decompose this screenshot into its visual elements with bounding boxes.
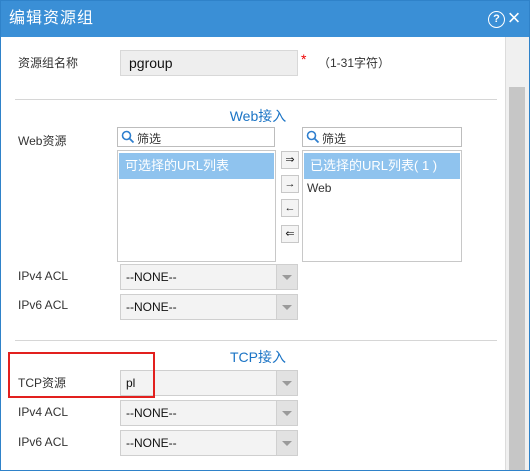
tcp-ipv6-acl-select[interactable]: --NONE--: [120, 430, 298, 456]
move-all-right-button[interactable]: ⇒: [281, 151, 299, 169]
required-mark: *: [301, 51, 307, 67]
web-resource-label: Web资源: [18, 134, 67, 148]
select-value: --NONE--: [126, 436, 177, 450]
divider-tcp: [15, 340, 497, 341]
web-ipv6-acl-select[interactable]: --NONE--: [120, 294, 298, 320]
dialog-title: 编辑资源组: [9, 10, 95, 27]
filter-placeholder: 筛选: [137, 132, 162, 146]
tcp-ipv6-acl-label: IPv6 ACL: [18, 435, 69, 449]
available-url-list[interactable]: 可选择的URL列表: [117, 150, 276, 262]
search-icon: [306, 130, 320, 144]
search-icon: [121, 130, 135, 144]
help-icon[interactable]: ?: [488, 11, 505, 28]
group-name-hint: （1-31字符）: [318, 56, 391, 70]
available-filter-input[interactable]: 筛选: [117, 127, 275, 147]
move-right-button[interactable]: →: [281, 175, 299, 193]
group-name-label: 资源组名称: [18, 56, 79, 70]
select-value: --NONE--: [126, 270, 177, 284]
select-value: --NONE--: [126, 300, 177, 314]
dropdown-button[interactable]: [276, 295, 297, 319]
web-section-title: Web接入: [229, 108, 287, 124]
vertical-scrollbar[interactable]: [505, 37, 529, 470]
dropdown-button[interactable]: [276, 265, 297, 289]
web-ipv4-acl-label: IPv4 ACL: [18, 269, 69, 283]
dropdown-button[interactable]: [276, 431, 297, 455]
move-left-button[interactable]: ←: [281, 199, 299, 217]
web-ipv6-acl-label: IPv6 ACL: [18, 298, 69, 312]
chevron-down-icon: [282, 275, 292, 280]
available-url-list-header: 可选择的URL列表: [119, 153, 274, 179]
close-icon[interactable]: ×: [505, 7, 523, 29]
chevron-down-icon: [282, 381, 292, 386]
group-name-input[interactable]: pgroup: [120, 50, 298, 76]
move-all-left-button[interactable]: ⇐: [281, 225, 299, 243]
chevron-down-icon: [282, 441, 292, 446]
dropdown-button[interactable]: [276, 401, 297, 425]
dialog-titlebar: 编辑资源组 ? ×: [1, 1, 529, 37]
dropdown-button[interactable]: [276, 371, 297, 395]
scrollbar-thumb[interactable]: [509, 87, 525, 470]
selected-filter-input[interactable]: 筛选: [302, 127, 462, 147]
divider-web: [15, 99, 497, 100]
selected-url-list[interactable]: 已选择的URL列表( 1 ) Web: [302, 150, 462, 262]
web-ipv4-acl-select[interactable]: --NONE--: [120, 264, 298, 290]
chevron-down-icon: [282, 305, 292, 310]
tcp-resource-highlight: [8, 352, 155, 398]
tcp-ipv4-acl-select[interactable]: --NONE--: [120, 400, 298, 426]
selected-url-list-header: 已选择的URL列表( 1 ): [304, 153, 460, 179]
tcp-ipv4-acl-label: IPv4 ACL: [18, 405, 69, 419]
filter-placeholder: 筛选: [322, 132, 347, 146]
edit-resource-group-dialog: 编辑资源组 ? × 资源组名称 pgroup * （1-31字符） Web接入 …: [0, 0, 530, 471]
select-value: --NONE--: [126, 406, 177, 420]
chevron-down-icon: [282, 411, 292, 416]
list-item[interactable]: Web: [307, 181, 331, 195]
